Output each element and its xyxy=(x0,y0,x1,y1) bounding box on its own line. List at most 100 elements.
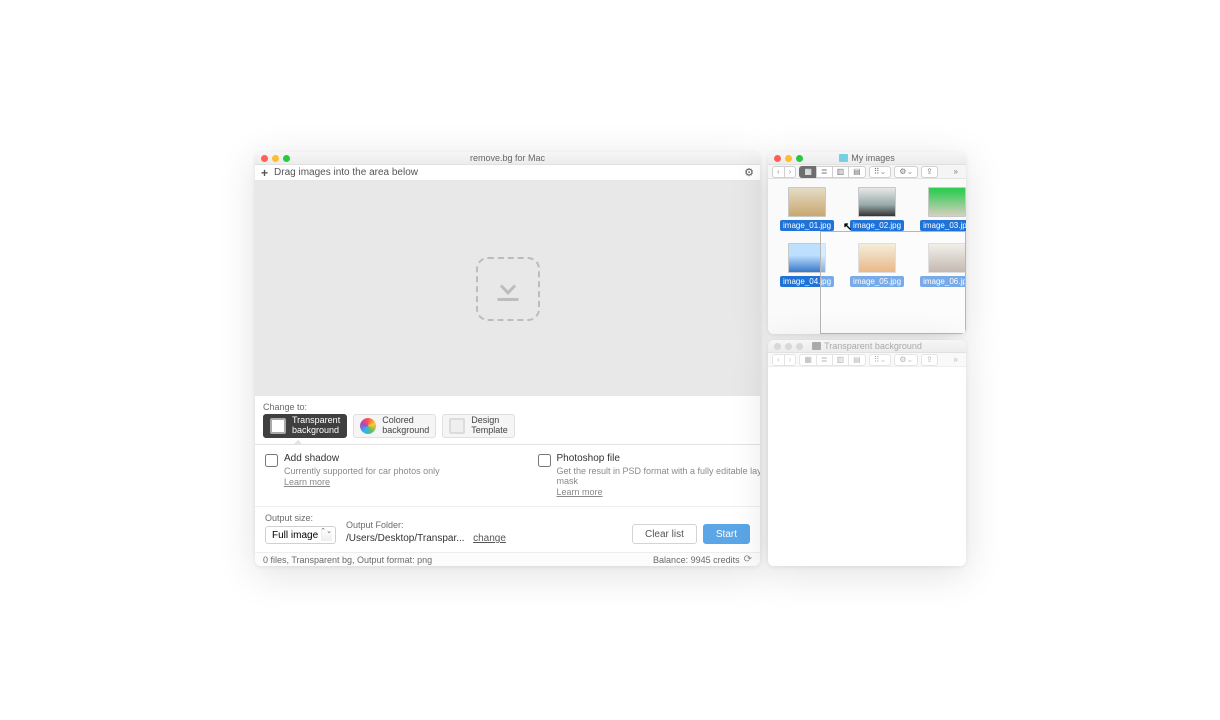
psd-learn-more[interactable]: Learn more xyxy=(557,487,603,497)
psd-desc: Get the result in PSD format with a full… xyxy=(557,466,761,486)
finder-transparent-bg: Transparent background ‹ › ▦ ≣ ▥ ▤ ⠿ ⌄ ⚙… xyxy=(768,340,966,566)
finder-content[interactable] xyxy=(768,367,966,566)
output-row: Output size: Full image Output Folder: /… xyxy=(255,506,760,552)
titlebar: Transparent background xyxy=(768,340,966,353)
add-shadow-checkbox[interactable] xyxy=(265,454,278,467)
finder-content[interactable]: image_01.jpg image_02.jpg image_03.jpg i… xyxy=(768,179,966,334)
window-title: My images xyxy=(851,153,895,163)
minimize-icon[interactable] xyxy=(785,155,792,162)
removebg-window: remove.bg for Mac + Drag images into the… xyxy=(255,152,760,566)
file-item[interactable]: image_01.jpg xyxy=(780,187,834,231)
chevron-left-icon: ‹ xyxy=(777,167,780,176)
toolbar-overflow[interactable]: » xyxy=(950,354,962,366)
view-columns-button[interactable]: ▥ xyxy=(832,354,849,366)
template-swatch-icon xyxy=(449,418,465,434)
view-columns-button[interactable]: ▥ xyxy=(832,166,849,178)
close-icon[interactable] xyxy=(774,343,781,350)
thumbnail-icon xyxy=(858,187,896,217)
close-icon[interactable] xyxy=(261,155,268,162)
action-button[interactable]: ⚙ ⌄ xyxy=(894,166,918,178)
share-icon: ⇪ xyxy=(926,167,933,176)
dropzone[interactable] xyxy=(255,181,760,396)
bg-opt-label: Template xyxy=(471,425,508,435)
titlebar: My images xyxy=(768,152,966,165)
caret-up-icon xyxy=(293,440,303,445)
add-shadow-label: Add shadow xyxy=(284,453,440,464)
status-balance: Balance: 9945 credits xyxy=(653,555,740,565)
nav-forward-button[interactable]: › xyxy=(784,166,797,178)
zoom-icon[interactable] xyxy=(796,155,803,162)
chevron-left-icon: ‹ xyxy=(777,355,780,364)
nav-back-button[interactable]: ‹ xyxy=(772,354,784,366)
bg-opt-label: Transparent xyxy=(292,415,340,425)
bg-option-colored[interactable]: Coloredbackground xyxy=(353,414,436,438)
view-icons-button[interactable]: ▦ xyxy=(799,166,816,178)
output-folder-label: Output Folder: xyxy=(346,520,506,530)
output-folder-path: /Users/Desktop/Transpar... xyxy=(346,533,465,544)
file-name: image_03.jpg xyxy=(920,220,966,231)
output-size-select[interactable]: Full image xyxy=(265,526,336,544)
add-shadow-desc: Currently supported for car photos only xyxy=(284,466,440,476)
window-title: remove.bg for Mac xyxy=(470,153,545,163)
plus-icon[interactable]: + xyxy=(261,167,268,179)
bg-opt-label: Colored xyxy=(382,415,414,425)
bg-opt-label: Design xyxy=(471,415,499,425)
thumbnail-icon xyxy=(928,187,966,217)
refresh-icon[interactable]: ⟳ xyxy=(744,554,752,565)
file-name: image_01.jpg xyxy=(780,220,834,231)
file-item[interactable]: image_03.jpg xyxy=(920,187,966,231)
view-gallery-button[interactable]: ▤ xyxy=(848,354,866,366)
drag-hint: Drag images into the area below xyxy=(274,167,418,178)
finder-toolbar: ‹ › ▦ ≣ ▥ ▤ ⠿ ⌄ ⚙ ⌄ ⇪ » xyxy=(768,165,966,179)
nav-forward-button[interactable]: › xyxy=(784,354,797,366)
subheader: + Drag images into the area below ⚙ xyxy=(255,165,760,181)
add-shadow-learn-more[interactable]: Learn more xyxy=(284,477,330,487)
transparent-swatch-icon xyxy=(270,418,286,434)
view-list-button[interactable]: ≣ xyxy=(816,354,832,366)
share-button[interactable]: ⇪ xyxy=(921,354,938,366)
bg-opt-label: background xyxy=(292,425,339,435)
clear-list-button[interactable]: Clear list xyxy=(632,524,697,544)
drag-selection xyxy=(820,231,966,334)
minimize-icon[interactable] xyxy=(272,155,279,162)
psd-label: Photoshop file xyxy=(557,453,761,464)
share-button[interactable]: ⇪ xyxy=(921,166,938,178)
arrange-button[interactable]: ⠿ ⌄ xyxy=(869,166,892,178)
view-list-button[interactable]: ≣ xyxy=(816,166,832,178)
view-gallery-button[interactable]: ▤ xyxy=(848,166,866,178)
file-item[interactable]: image_02.jpg xyxy=(850,187,904,231)
action-button[interactable]: ⚙ ⌄ xyxy=(894,354,918,366)
change-folder-link[interactable]: change xyxy=(473,533,506,544)
bg-option-template[interactable]: DesignTemplate xyxy=(442,414,515,438)
psd-checkbox[interactable] xyxy=(538,454,551,467)
bg-opt-label: background xyxy=(382,425,429,435)
close-icon[interactable] xyxy=(774,155,781,162)
folder-icon xyxy=(839,154,848,162)
minimize-icon[interactable] xyxy=(785,343,792,350)
zoom-icon[interactable] xyxy=(283,155,290,162)
status-bar: 0 files, Transparent bg, Output format: … xyxy=(255,552,760,566)
share-icon: ⇪ xyxy=(926,355,933,364)
start-button[interactable]: Start xyxy=(703,524,750,544)
thumbnail-icon xyxy=(788,187,826,217)
window-title: Transparent background xyxy=(824,341,922,351)
download-arrow-icon xyxy=(490,271,526,307)
zoom-icon[interactable] xyxy=(796,343,803,350)
gear-icon: ⚙ xyxy=(899,167,906,176)
view-icons-button[interactable]: ▦ xyxy=(799,354,816,366)
finder-my-images: My images ‹ › ▦ ≣ ▥ ▤ ⠿ ⌄ ⚙ ⌄ ⇪ » image_… xyxy=(768,152,966,334)
change-to-label: Change to: xyxy=(255,396,760,414)
bg-option-transparent[interactable]: Transparentbackground xyxy=(263,414,347,438)
color-wheel-icon xyxy=(360,418,376,434)
bg-options: Transparentbackground Coloredbackground … xyxy=(255,414,760,444)
toolbar-overflow[interactable]: » xyxy=(950,166,962,178)
options-panel: Add shadow Currently supported for car p… xyxy=(255,444,760,506)
gear-icon[interactable]: ⚙ xyxy=(744,166,754,179)
arrange-button[interactable]: ⠿ ⌄ xyxy=(869,354,892,366)
titlebar: remove.bg for Mac xyxy=(255,152,760,165)
folder-icon xyxy=(812,342,821,350)
chevron-right-icon: › xyxy=(789,355,792,364)
nav-back-button[interactable]: ‹ xyxy=(772,166,784,178)
chevron-right-icon: › xyxy=(789,167,792,176)
gear-icon: ⚙ xyxy=(899,355,906,364)
